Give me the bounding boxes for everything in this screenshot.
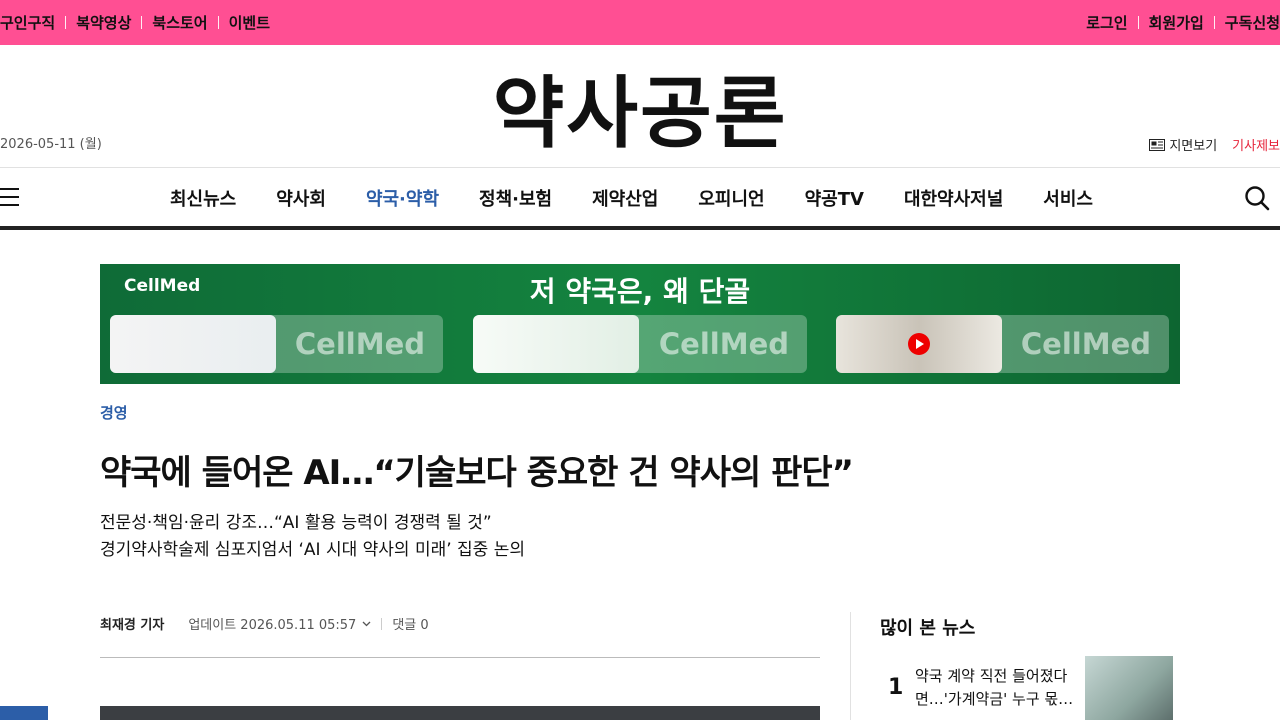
search-icon[interactable] [1244,185,1270,211]
link-jobs[interactable]: 구인구직 [0,12,55,33]
nav-item-opinion[interactable]: 오피니언 [698,185,764,211]
subtitle-line: 전문성·책임·윤리 강조…“AI 활용 능력이 경쟁력 될 것” [100,513,492,533]
banner-tile: CellMed [110,315,443,373]
divider [217,16,219,29]
popular-news-title: 많이 본 뉴스 [880,618,976,639]
top-utility-bar: 구인구직 복약영상 북스토어 이벤트 로그인 회원가입 구독신청 [0,0,1280,45]
header-utility: 지면보기 기사제보 [1149,135,1280,154]
current-date: 2026-05-11 (월) [0,137,102,152]
play-icon [908,333,930,355]
article-section[interactable]: 경영 [100,402,128,423]
chevron-down-icon[interactable] [362,621,371,627]
site-logo[interactable]: 약사공론 [478,72,802,156]
menu-icon[interactable] [0,188,19,206]
updated-time: 업데이트 2026.05.11 05:57 [188,618,357,633]
link-med-videos[interactable]: 복약영상 [76,12,131,33]
popular-news-thumbnail[interactable] [1085,656,1173,720]
login-link[interactable]: 로그인 [1086,12,1127,33]
nav-bottom-bar [0,226,1280,230]
main-nav: 최신뉴스 약사회 약국·약학 정책·보험 제약산업 오피니언 약공TV 대한약사… [0,168,1280,226]
nav-item-service[interactable]: 서비스 [1043,185,1093,211]
signup-link[interactable]: 회원가입 [1149,12,1204,33]
comment-count[interactable]: 댓글 0 [392,614,428,633]
nav-item-industry[interactable]: 제약산업 [592,185,658,211]
nav-item-journal[interactable]: 대한약사저널 [904,185,1003,211]
reporter-name[interactable]: 최재경 기자 [100,614,164,633]
banner-watermark: CellMed [658,327,789,361]
nav-menu: 최신뉴스 약사회 약국·약학 정책·보험 제약산업 오피니언 약공TV 대한약사… [170,185,1133,211]
report-news-link[interactable]: 기사제보 [1232,135,1280,154]
nav-item-policy[interactable]: 정책·보험 [479,185,552,211]
article-title: 약국에 들어온 AI…“기술보다 중요한 건 약사의 판단” [100,453,854,493]
floating-side-button[interactable] [0,706,48,720]
ad-banner[interactable]: CellMed 저 약국은, 왜 단골 CellMed CellMed Cell… [100,264,1180,384]
divider [381,617,383,630]
divider [65,16,67,29]
top-left-links: 구인구직 복약영상 북스토어 이벤트 [0,12,270,33]
article-image [100,706,820,720]
college-image [473,315,639,373]
product-image [110,315,276,373]
newspaper-icon [1149,138,1166,151]
divider [1137,16,1139,29]
rank-number: 1 [888,675,904,700]
paper-view-label: 지면보기 [1169,139,1218,154]
banner-tile: CellMed [836,315,1169,373]
banner-watermark: CellMed [294,327,425,361]
banner-headline: 저 약국은, 왜 단골 [529,275,751,308]
nav-item-tv[interactable]: 약공TV [805,185,864,211]
divider [1213,16,1215,29]
divider [141,16,143,29]
sidebar-divider [850,612,851,720]
subtitle-line: 경기약사학술제 심포지엄서 ‘AI 시대 약사의 미래’ 집중 논의 [100,540,525,560]
paper-view-link[interactable]: 지면보기 [1149,135,1217,154]
popular-news-link[interactable]: 약국 계약 직전 들어졌다면…'가계약금' 누구 몫… [915,665,1075,711]
article-meta: 최재경 기자 업데이트 2026.05.11 05:57 댓글 0 [100,614,429,633]
link-bookstore[interactable]: 북스토어 [152,12,207,33]
banner-tile: CellMed [473,315,807,373]
nav-item-latest[interactable]: 최신뉴스 [170,185,236,211]
banner-watermark: CellMed [1020,327,1151,361]
nav-item-pharmacy[interactable]: 약국·약학 [366,185,439,211]
link-events[interactable]: 이벤트 [229,12,270,33]
article-divider [100,657,820,658]
article-subtitle: 전문성·책임·윤리 강조…“AI 활용 능력이 경쟁력 될 것” 경기약사학술제… [100,510,525,564]
top-right-links: 로그인 회원가입 구독신청 [1086,12,1280,33]
subscribe-link[interactable]: 구독신청 [1225,12,1280,33]
nav-item-association[interactable]: 약사회 [276,185,326,211]
